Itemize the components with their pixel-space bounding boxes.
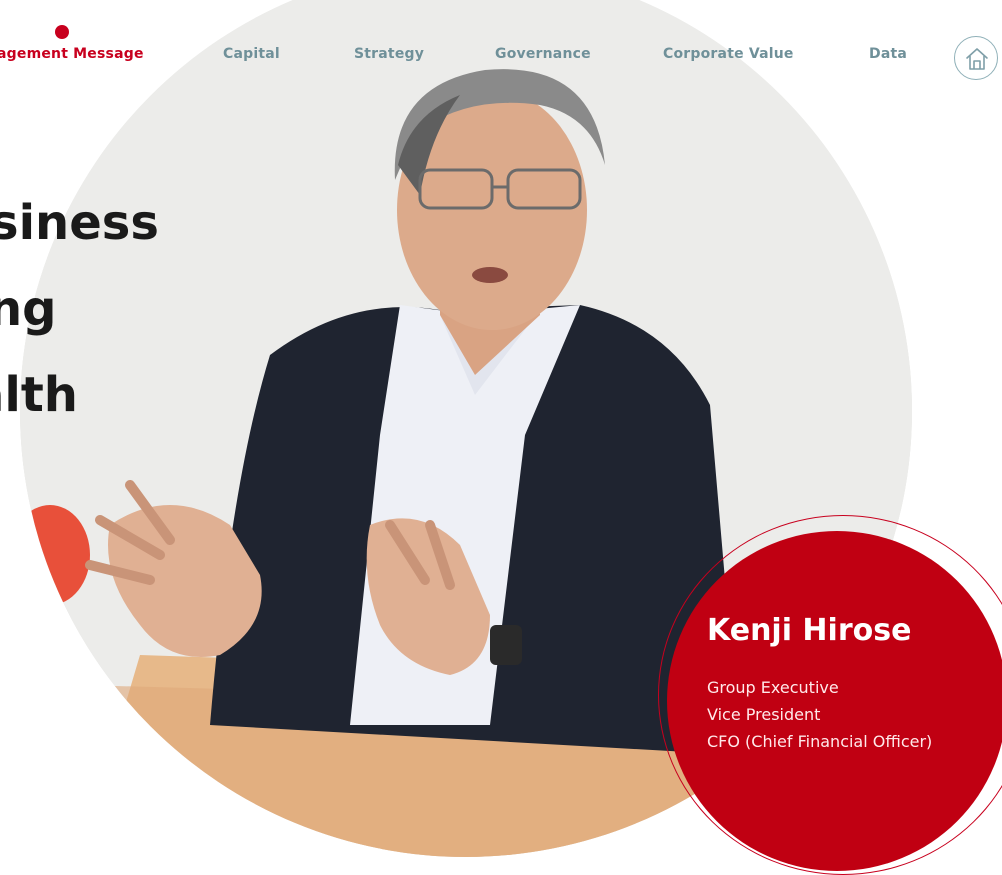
nav-item-corporate-value[interactable]: Corporate Value [663,46,794,62]
home-button[interactable] [954,36,998,80]
profile-badge [667,531,1002,871]
headline-line-1: siness [0,195,159,251]
headline-line-2: ng [0,281,57,337]
nav-item-management-message[interactable]: agement Message [0,46,144,62]
executive-role-2: Vice President [707,705,821,724]
executive-role-1: Group Executive [707,678,839,697]
top-navigation: agement Message Capital Strategy Governa… [0,0,1002,110]
executive-role-3: CFO (Chief Financial Officer) [707,732,933,751]
nav-item-governance[interactable]: Governance [495,46,591,62]
nav-item-strategy[interactable]: Strategy [354,46,424,62]
nav-item-data[interactable]: Data [869,46,907,62]
executive-name: Kenji Hirose [707,613,912,648]
headline-line-3: alth [0,367,78,423]
page-headline: siness ng alth [0,180,200,438]
active-indicator-dot [55,25,69,39]
home-icon [966,48,988,70]
nav-item-capital[interactable]: Capital [223,46,280,62]
